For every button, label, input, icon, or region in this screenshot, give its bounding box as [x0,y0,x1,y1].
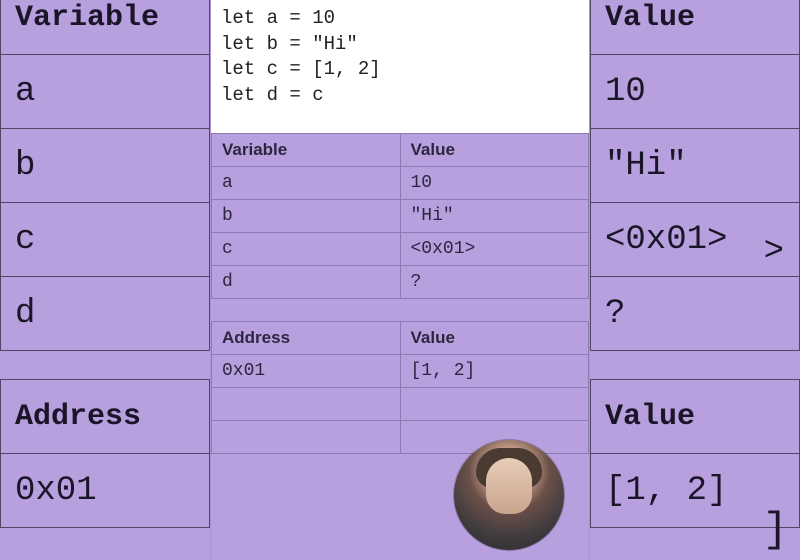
stray-gt-icon: > [764,233,784,271]
bg-left-column: Variable a b c d Address 0x01 [0,0,210,528]
bg-var-row: a [1,55,210,129]
bg-var-header: Variable [1,0,210,55]
addr-value-cell: [1, 2] [400,354,589,387]
table-row: a 10 [212,166,589,199]
code-line: let b = "Hi" [221,33,358,55]
var-table-header-value: Value [400,133,589,166]
stray-bracket-icon: ] [763,506,788,554]
bg-var-row: d [1,277,210,351]
bg-value-row: 10 [591,55,800,129]
var-name-cell: c [212,232,401,265]
var-name-cell: b [212,199,401,232]
table-row: c <0x01> [212,232,589,265]
address-table: Address Value 0x01 [1, 2] [211,321,589,454]
bg-var-row: b [1,129,210,203]
bg-addr-header: Address [1,380,210,454]
var-name-cell: a [212,166,401,199]
bg-value-row: "Hi" [591,129,800,203]
addr-table-header-address: Address [212,321,401,354]
bg-addr-row: 0x01 [1,454,210,528]
var-name-cell: d [212,265,401,298]
bg-var-table-right: Value 10 "Hi" <0x01> ? [590,0,800,351]
table-row: d ? [212,265,589,298]
code-snippet: let a = 10 let b = "Hi" let c = [1, 2] l… [211,0,589,133]
bg-var-row: c [1,203,210,277]
code-line: let a = 10 [221,7,335,29]
bg-value-header: Value [591,0,800,55]
tables-area: Variable Value a 10 b "Hi" c <0x01> d ? [211,133,589,454]
bg-value-row: ? [591,277,800,351]
var-table-header-variable: Variable [212,133,401,166]
bg-addr-value-header: Value [591,380,800,454]
addr-cell: 0x01 [212,354,401,387]
addr-table-header-value: Value [400,321,589,354]
var-value-cell: 10 [400,166,589,199]
presenter-webcam [454,440,564,550]
var-value-cell: <0x01> [400,232,589,265]
bg-addr-table-left: Address 0x01 [0,379,210,528]
var-value-cell: ? [400,265,589,298]
bg-var-table-left: Variable a b c d [0,0,210,351]
code-line: let d = c [221,84,324,106]
code-line: let c = [1, 2] [221,58,381,80]
table-row [212,387,589,420]
variable-table: Variable Value a 10 b "Hi" c <0x01> d ? [211,133,589,299]
var-value-cell: "Hi" [400,199,589,232]
table-row: 0x01 [1, 2] [212,354,589,387]
table-row: b "Hi" [212,199,589,232]
